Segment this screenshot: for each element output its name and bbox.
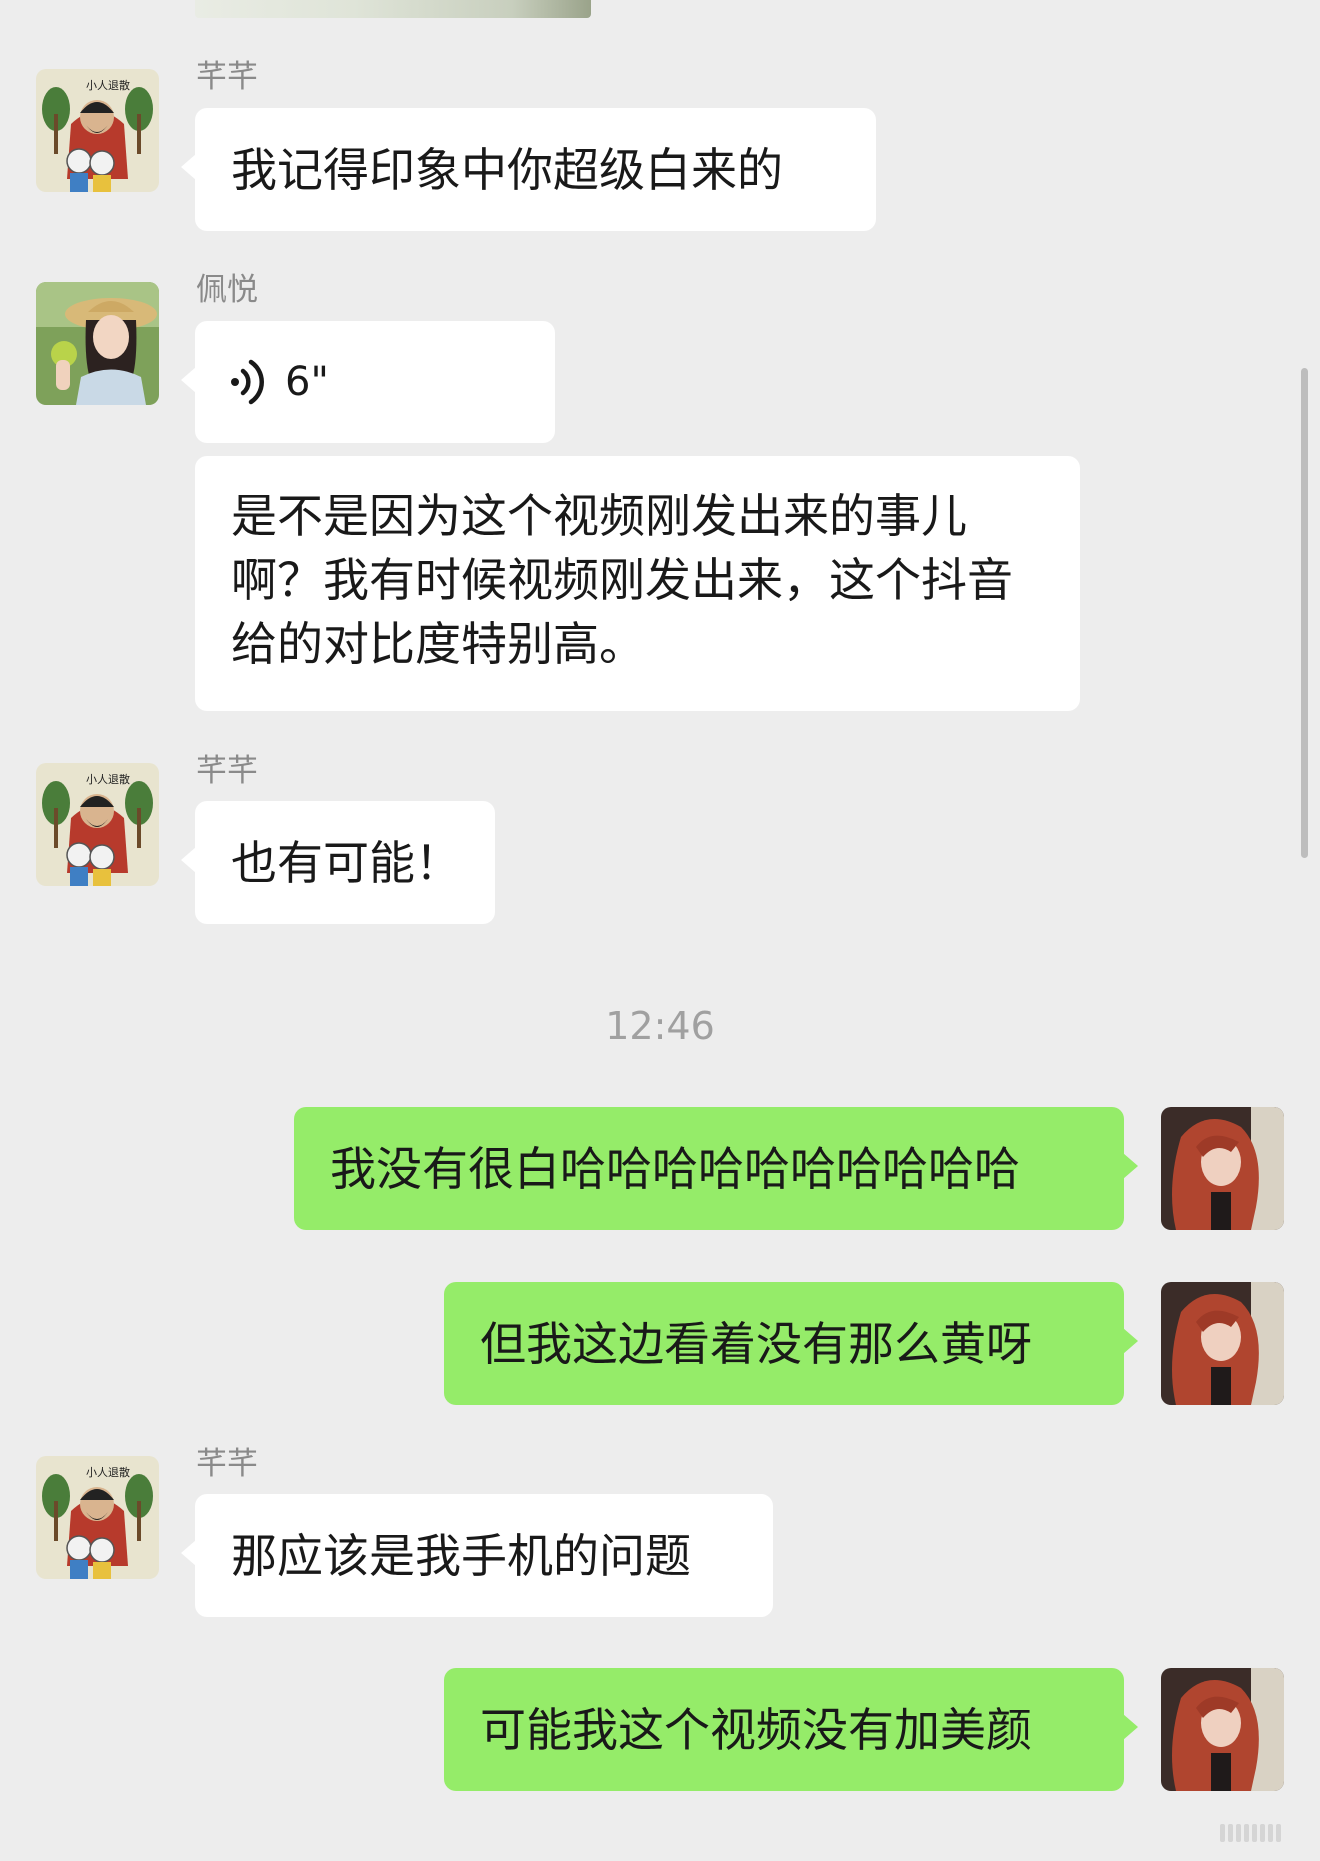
message-bubble[interactable]: 我记得印象中你超级白来的 bbox=[181, 108, 876, 231]
avatar-self[interactable] bbox=[1161, 1107, 1284, 1230]
message-text: 那应该是我手机的问题 bbox=[231, 1529, 691, 1583]
message-text: 是不是因为这个视频刚发出来的事儿啊？我有时候视频刚发出来，这个抖音给的对比度特别… bbox=[231, 489, 1013, 671]
self-avatar-image bbox=[1161, 1282, 1284, 1405]
message-text: 我没有很白哈哈哈哈哈哈哈哈哈哈 bbox=[330, 1142, 1020, 1196]
avatar-self[interactable] bbox=[1161, 1282, 1284, 1405]
qianqian-avatar-image: 小人退散 bbox=[36, 69, 159, 192]
message-text: 我记得印象中你超级白来的 bbox=[231, 143, 783, 197]
message-bubble[interactable]: 那应该是我手机的问题 bbox=[181, 1494, 773, 1617]
voice-wave-icon bbox=[231, 359, 264, 405]
avatar-qianqian[interactable]: 小人退散 bbox=[36, 69, 159, 192]
avatar-qianqian[interactable]: 小人退散 bbox=[36, 763, 159, 886]
avatar-caption: 小人退散 bbox=[86, 1465, 130, 1479]
sender-name: 芊芊 bbox=[196, 1446, 258, 1482]
message-bubble[interactable]: 我没有很白哈哈哈哈哈哈哈哈哈哈 bbox=[294, 1107, 1138, 1230]
self-avatar-image bbox=[1161, 1107, 1284, 1230]
watermark-marks bbox=[1220, 1822, 1310, 1844]
message-text: 也有可能！ bbox=[231, 836, 461, 890]
message-text: 但我这边看着没有那么黄呀 bbox=[480, 1317, 1032, 1371]
scrollbar[interactable] bbox=[1301, 368, 1308, 858]
message-text: 可能我这个视频没有加美颜 bbox=[480, 1703, 1032, 1757]
peiyue-avatar-image bbox=[36, 282, 159, 405]
chat-view[interactable]: 小人退散 芊芊 我记得印象中你超级白来的 佩悦 6" 是不是因为这个视频刚发出来… bbox=[0, 0, 1320, 1861]
avatar-self[interactable] bbox=[1161, 1668, 1284, 1791]
message-bubble[interactable]: 但我这边看着没有那么黄呀 bbox=[444, 1282, 1138, 1405]
sender-name: 佩悦 bbox=[196, 272, 258, 308]
qianqian-avatar-image: 小人退散 bbox=[36, 763, 159, 886]
avatar-qianqian[interactable]: 小人退散 bbox=[36, 1456, 159, 1579]
qianqian-avatar-image: 小人退散 bbox=[36, 1456, 159, 1579]
message-bubble[interactable]: 是不是因为这个视频刚发出来的事儿啊？我有时候视频刚发出来，这个抖音给的对比度特别… bbox=[195, 456, 1080, 711]
voice-duration: 6" bbox=[285, 359, 329, 405]
sender-name: 芊芊 bbox=[196, 59, 258, 95]
voice-message-bubble[interactable]: 6" bbox=[181, 321, 555, 443]
self-avatar-image bbox=[1161, 1668, 1284, 1791]
time-divider: 12:46 bbox=[605, 1004, 715, 1048]
message-bubble[interactable]: 也有可能！ bbox=[181, 801, 495, 924]
avatar-caption: 小人退散 bbox=[86, 772, 130, 786]
avatar-peiyue[interactable] bbox=[36, 282, 159, 405]
message-bubble[interactable]: 可能我这个视频没有加美颜 bbox=[444, 1668, 1138, 1791]
avatar-caption: 小人退散 bbox=[86, 78, 130, 92]
previous-image-message[interactable] bbox=[195, 0, 591, 18]
sender-name: 芊芊 bbox=[196, 753, 258, 789]
